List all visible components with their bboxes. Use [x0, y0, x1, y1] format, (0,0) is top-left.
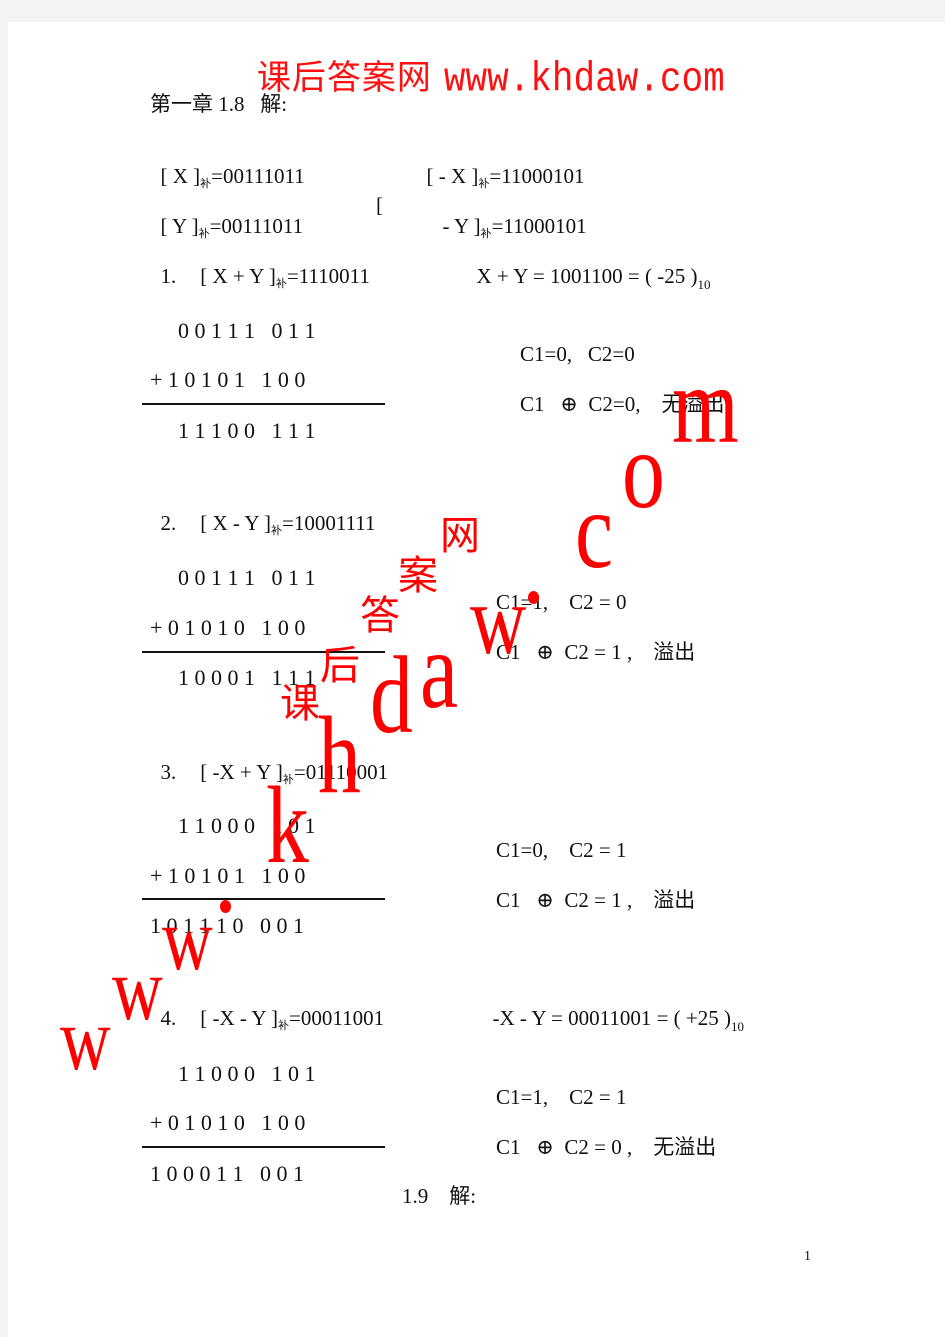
watermark-char: 课 [280, 681, 320, 727]
watermark-char: 后 [320, 643, 360, 689]
watermark-char: m [672, 344, 739, 466]
site-url[interactable]: www.khdaw.com [444, 59, 725, 100]
watermark-char: c [575, 469, 614, 591]
problem-4-addend-1: 1 1 0 0 0 1 0 1 [178, 1061, 316, 1086]
watermark-char: h [318, 694, 361, 816]
watermark-char: w [112, 940, 163, 1039]
def-neg-x: [ - X ]补=11000101 [426, 164, 585, 190]
def-x: [ X ]补=00111011 [160, 164, 305, 190]
problem-1-result: 1 1 1 0 0 1 1 1 [178, 418, 316, 443]
problem-1-carry: C1=0, C2=0 [520, 342, 635, 366]
def-neg-y-bracket: [ [376, 193, 383, 217]
def-y: [ Y ]补=00111011 [160, 214, 304, 240]
watermark-char: w [162, 890, 213, 989]
problem-2-header: 2.[ X - Y ]补=10001111 [160, 511, 376, 537]
watermark-char: 答 [360, 593, 400, 639]
problem-4-decimal: -X - Y = 00011001 = ( +25 )10 [492, 1006, 745, 1034]
chapter-title: 第一章 1.8 解: [150, 92, 288, 116]
watermark-char: w [470, 564, 527, 675]
watermark-char: o [622, 409, 665, 531]
problem-4-addend-2: + 0 1 0 1 0 1 0 0 [150, 1110, 306, 1135]
watermark-char: 网 [440, 513, 480, 559]
problem-1-sum-rule [142, 403, 385, 405]
problem-4-carry: C1=1, C2 = 1 [496, 1085, 627, 1109]
def-neg-y: - Y ]补=11000101 [442, 214, 587, 240]
problem-3-carry: C1=0, C2 = 1 [496, 838, 627, 862]
site-header: 课后答案网 www.khdaw.com [234, 24, 725, 100]
problem-4-result: 1 0 0 0 1 1 0 0 1 [150, 1161, 304, 1186]
problem-1-decimal: X + Y = 1001100 = ( -25 )10 [476, 264, 711, 292]
watermark-char: k [266, 764, 309, 886]
problem-2-addend-1: 0 0 1 1 1 0 1 1 [178, 565, 316, 590]
problem-3-overflow: C1 ⊕ C2 = 1 , 溢出 [496, 888, 696, 912]
watermark-dot [528, 591, 539, 604]
page-number: 1 [804, 1249, 811, 1264]
problem-1-header: 1.[ X + Y ]补=1110011 [160, 264, 370, 290]
problem-1-addend-1: 0 0 1 1 1 0 1 1 [178, 318, 316, 343]
problem-4-sum-rule [142, 1146, 385, 1148]
watermark-dot [220, 900, 231, 913]
problem-2-addend-2: + 0 1 0 1 0 1 0 0 [150, 615, 306, 640]
section-1-9-title: 1.9 解: [402, 1184, 477, 1208]
problem-4-overflow: C1 ⊕ C2 = 0 , 无溢出 [496, 1135, 717, 1159]
watermark-char: a [420, 609, 459, 731]
watermark-char: w [60, 990, 111, 1089]
watermark-char: d [370, 634, 413, 756]
watermark-char: 案 [398, 553, 438, 599]
problem-4-header: 4.[ -X - Y ]补=00011001 [160, 1006, 385, 1032]
problem-1-addend-2: + 1 0 1 0 1 1 0 0 [150, 367, 306, 392]
